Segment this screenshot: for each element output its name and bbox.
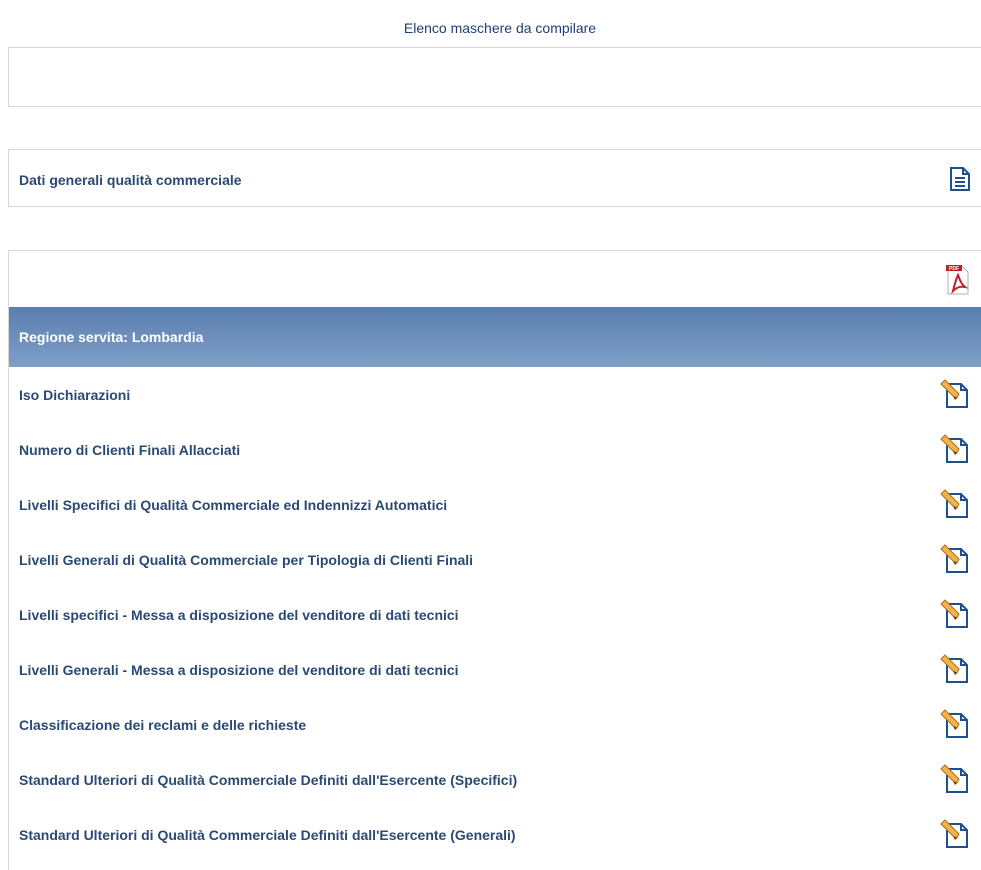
edit-pencil-icon[interactable]	[939, 763, 973, 795]
region-header-label: Regione servita: Lombardia	[19, 329, 204, 345]
pdf-icon[interactable]: PDF	[945, 263, 971, 297]
edit-pencil-icon[interactable]	[939, 378, 973, 410]
form-list-item[interactable]: Livelli Generali di Qualità Commerciale …	[9, 532, 981, 587]
edit-pencil-icon[interactable]	[939, 488, 973, 520]
edit-pencil-icon[interactable]	[939, 598, 973, 630]
form-item-label[interactable]: Numero di Clienti Finali Allacciati	[19, 442, 240, 458]
form-list-item[interactable]: Numero di Clienti Finali Allacciati	[9, 422, 981, 477]
form-item-label[interactable]: Livelli Generali - Messa a disposizione …	[19, 662, 459, 678]
form-item-label[interactable]: Livelli Generali di Qualità Commerciale …	[19, 552, 473, 568]
edit-pencil-icon[interactable]	[939, 708, 973, 740]
form-list-item[interactable]: Standard Ulteriori di Qualità Commercial…	[9, 807, 981, 862]
page-title: Elenco maschere da compilare	[403, 20, 597, 36]
form-list-item[interactable]: Standard Ulteriori di Qualità Commercial…	[9, 752, 981, 807]
empty-panel	[8, 47, 981, 107]
svg-text:PDF: PDF	[949, 266, 959, 272]
form-list-item[interactable]: Livelli Generali - Messa a disposizione …	[9, 642, 981, 697]
form-list-item[interactable]: Classificazione dei reclami e delle rich…	[9, 697, 981, 752]
edit-pencil-icon[interactable]	[939, 433, 973, 465]
form-item-label[interactable]: Livelli Specifici di Qualità Commerciale…	[19, 497, 447, 513]
forms-list-panel: PDF Regione servita: Lombardia Iso Dichi…	[8, 250, 981, 870]
form-list-item[interactable]: Livelli specifici - Messa a disposizione…	[9, 587, 981, 642]
region-header: Regione servita: Lombardia	[9, 307, 981, 367]
edit-pencil-icon[interactable]	[939, 818, 973, 850]
form-item-label[interactable]: Classificazione dei reclami e delle rich…	[19, 717, 306, 733]
form-list-item[interactable]: Iso Dichiarazioni	[9, 367, 981, 422]
form-item-label[interactable]: Standard Ulteriori di Qualità Commercial…	[19, 827, 516, 843]
general-data-panel: Dati generali qualità commerciale	[8, 149, 981, 207]
document-icon[interactable]	[949, 167, 971, 191]
form-item-label[interactable]: Iso Dichiarazioni	[19, 387, 130, 403]
edit-pencil-icon[interactable]	[939, 543, 973, 575]
edit-pencil-icon[interactable]	[939, 653, 973, 685]
general-data-label[interactable]: Dati generali qualità commerciale	[19, 172, 242, 188]
pdf-row: PDF	[9, 251, 981, 307]
form-item-label[interactable]: Standard Ulteriori di Qualità Commercial…	[19, 772, 517, 788]
form-item-label[interactable]: Livelli specifici - Messa a disposizione…	[19, 607, 459, 623]
form-list-item[interactable]: Livelli Specifici di Qualità Commerciale…	[9, 477, 981, 532]
